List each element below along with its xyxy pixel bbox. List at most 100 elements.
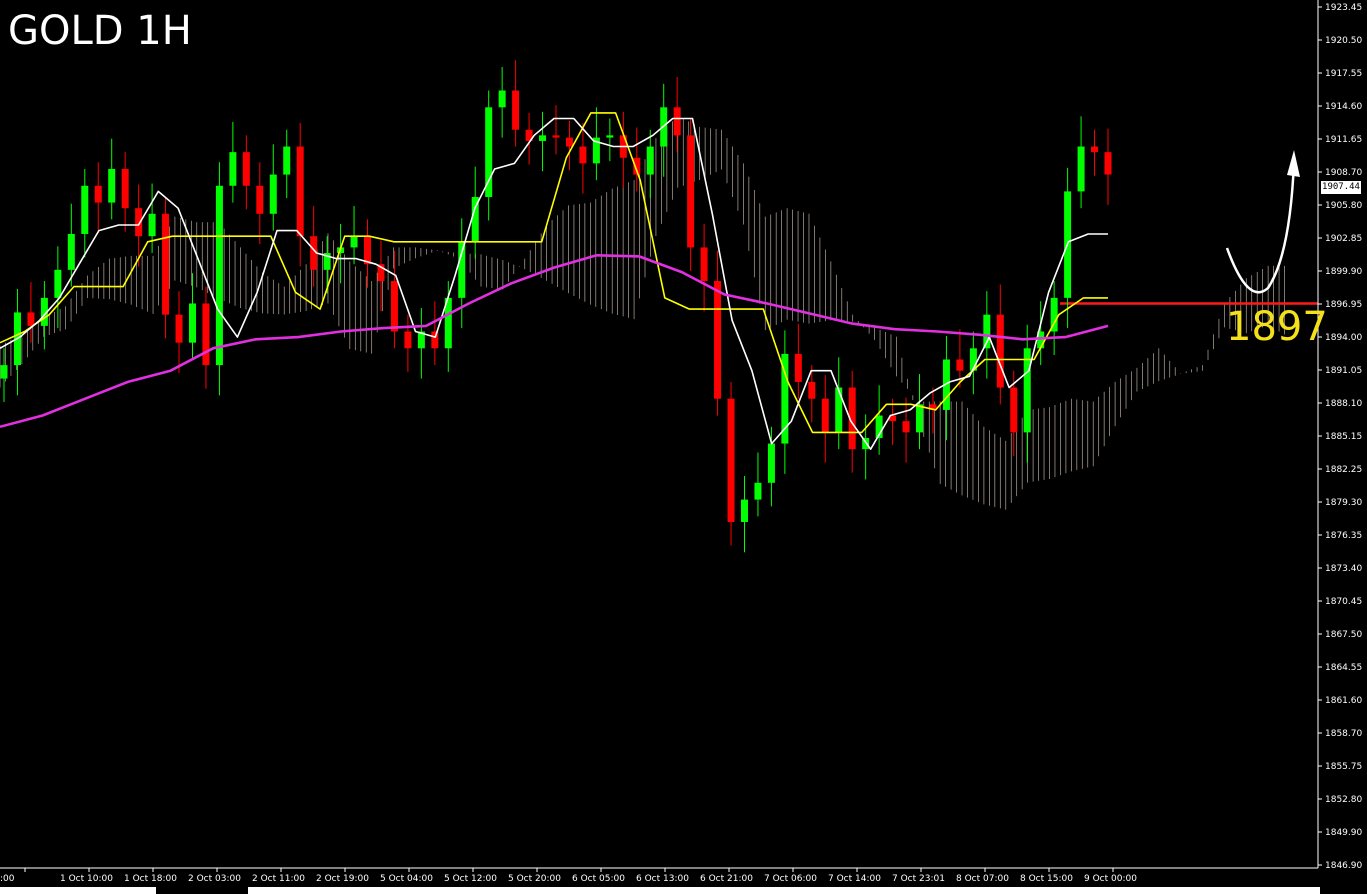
bear-candle (296, 146, 304, 237)
bear-candle (121, 168, 129, 209)
x-tick-label: 6 Oct 05:00 (572, 874, 625, 884)
bull-candle (1077, 146, 1085, 192)
x-tick-label: 7 Oct 06:00 (764, 874, 817, 884)
y-tick-label: 1849.90 (1325, 828, 1362, 838)
bear-candle (1104, 152, 1112, 175)
bear-candle (94, 185, 102, 203)
bear-candle (27, 312, 35, 326)
y-tick-label: 1870.45 (1325, 597, 1362, 607)
x-tick-label: 8 Oct 15:00 (1020, 874, 1073, 884)
bull-candle (835, 387, 843, 433)
bounce-arrow (1225, 161, 1296, 294)
bull-candle (148, 213, 156, 237)
bear-candle (175, 314, 183, 343)
y-tick-label: 1902.85 (1325, 234, 1362, 244)
x-tick-label: 5 Oct 04:00 (380, 874, 433, 884)
bear-candle (390, 281, 398, 332)
chart-title: GOLD 1H (8, 8, 192, 54)
y-tick-label: 1879.30 (1325, 498, 1362, 508)
bear-candle (579, 146, 587, 164)
bear-candle (996, 314, 1004, 388)
bear-candle (256, 185, 264, 214)
x-tick-label: 6 Oct 13:00 (636, 874, 689, 884)
y-tick-label: 1920.50 (1325, 36, 1362, 46)
chart-tab-right[interactable] (248, 887, 1320, 894)
x-tick-label: :00 (0, 874, 15, 884)
y-tick-label: 1861.60 (1325, 696, 1362, 706)
x-tick-label: 1 Oct 18:00 (124, 874, 177, 884)
y-tick-label: 1873.40 (1325, 564, 1362, 574)
y-tick-label: 1864.55 (1325, 663, 1362, 673)
bear-candle (673, 107, 681, 136)
bull-candle (646, 146, 654, 175)
y-tick-label: 1891.05 (1325, 366, 1362, 376)
bear-candle (700, 247, 708, 282)
bear-candle (364, 236, 372, 265)
y-tick-label: 1908.70 (1325, 168, 1362, 178)
gold-1h-chart: 1923.45 1920.50 1917.55 1914.60 1911.65 1908.… (0, 0, 1362, 884)
bear-candle (794, 353, 802, 382)
bull-candle (539, 135, 547, 141)
bull-candle (754, 482, 762, 500)
bear-candle (512, 90, 520, 130)
bull-candle (767, 443, 775, 483)
bull-candle (606, 135, 614, 138)
x-tick-label: 2 Oct 19:00 (316, 874, 369, 884)
y-tick-label: 1852.80 (1325, 795, 1362, 805)
x-tick-label: 6 Oct 21:00 (700, 874, 753, 884)
chart-tab-left[interactable] (0, 887, 156, 894)
y-tick-label: 1858.70 (1325, 729, 1362, 739)
y-tick-label: 1882.25 (1325, 465, 1362, 475)
y-tick-label: 1894.00 (1325, 333, 1362, 343)
y-tick-label: 1917.55 (1325, 69, 1362, 79)
bear-candle (135, 208, 143, 237)
bull-candle (283, 146, 291, 175)
bull-candle (229, 152, 237, 186)
y-tick-label: 1899.90 (1325, 267, 1362, 277)
bear-candle (687, 135, 695, 248)
bear-candle (202, 303, 210, 366)
y-tick-label: 1867.50 (1325, 630, 1362, 640)
bear-candle (552, 135, 560, 138)
y-tick-label: 1876.35 (1325, 531, 1362, 541)
bull-candle (215, 185, 223, 366)
x-tick-label: 8 Oct 07:00 (956, 874, 1009, 884)
current-price-tag: 1907.44 (1321, 181, 1361, 194)
y-tick-label: 1896.95 (1325, 300, 1362, 310)
bull-candle (498, 90, 506, 108)
bear-candle (162, 213, 170, 315)
x-tick-label: 2 Oct 11:00 (252, 874, 305, 884)
y-tick-label: 1855.75 (1325, 762, 1362, 772)
bull-candle (81, 185, 89, 234)
y-tick-label: 1885.15 (1325, 432, 1362, 442)
bear-candle (242, 152, 250, 186)
y-tick-label: 1846.90 (1325, 861, 1362, 871)
bull-candle (350, 236, 358, 248)
bull-candle (485, 107, 493, 197)
y-tick-label: 1911.65 (1325, 135, 1362, 145)
bull-candle (54, 269, 62, 298)
x-tick-label: 9 Oct 00:00 (1084, 874, 1137, 884)
bull-candle (108, 168, 116, 203)
bull-candle (67, 233, 75, 270)
x-tick-label: 1 Oct 10:00 (60, 874, 113, 884)
x-tick-label: 2 Oct 03:00 (188, 874, 241, 884)
bear-candle (404, 331, 412, 349)
bear-candle (956, 359, 964, 371)
bull-candle (916, 404, 924, 433)
x-tick-label: 7 Oct 14:00 (828, 874, 881, 884)
bear-candle (714, 281, 722, 399)
bull-candle (0, 365, 8, 379)
x-tick-label: 5 Oct 12:00 (444, 874, 497, 884)
y-tick-label: 1914.60 (1325, 102, 1362, 112)
bull-candle (1023, 348, 1031, 433)
bull-candle (269, 174, 277, 214)
y-tick-label: 1905.80 (1325, 201, 1362, 211)
x-tick-label: 7 Oct 23:01 (892, 874, 945, 884)
x-tick-label: 5 Oct 20:00 (508, 874, 561, 884)
bear-candle (431, 331, 439, 349)
bull-candle (740, 499, 748, 523)
bear-candle (727, 398, 735, 523)
bear-candle (902, 421, 910, 433)
level-1897-label: 1897 (1226, 304, 1328, 350)
